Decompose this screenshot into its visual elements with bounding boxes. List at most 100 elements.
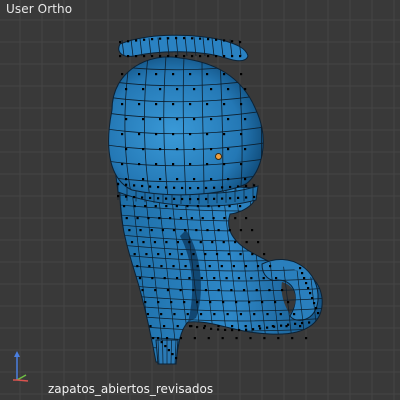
mesh-vertex [128, 229, 131, 232]
mesh-vertex [211, 241, 214, 244]
mesh-vertex [147, 217, 150, 220]
mesh-vertex [189, 186, 192, 190]
mesh-vertex [223, 55, 226, 58]
mesh-vertex [235, 337, 238, 340]
mesh-vertex [210, 148, 213, 151]
mesh-vertex [133, 253, 136, 256]
mesh-vertex [176, 148, 179, 151]
mesh-vertex [189, 103, 192, 106]
mesh-vertex [117, 183, 120, 186]
mesh-vertex [229, 185, 232, 189]
mesh-vertex [135, 39, 138, 42]
mesh-vertex [257, 241, 260, 244]
mesh-vertex [239, 229, 243, 232]
mesh-vertex [250, 277, 253, 280]
mesh-vertex [206, 103, 209, 106]
mesh-vertex [135, 55, 138, 58]
mesh-vertex [184, 265, 187, 268]
mesh-vertex [221, 186, 224, 189]
mesh-vertex [189, 133, 192, 136]
mesh-vertex [281, 289, 284, 292]
mesh-vertex [188, 241, 191, 244]
mesh-vertex [189, 73, 192, 76]
mesh-vertex [244, 178, 247, 181]
mesh-vertex [207, 55, 210, 58]
mesh-vertex [315, 307, 318, 310]
mesh-vertex [203, 325, 206, 328]
mesh-vertex [142, 178, 145, 181]
mesh-vertex [196, 205, 200, 208]
mesh-edge [119, 343, 323, 352]
3d-viewport[interactable]: User Ortho zapatos_abiertos_revisados [0, 0, 400, 400]
mesh-vertex [167, 37, 170, 40]
mesh-vertex [266, 313, 269, 316]
mesh-vertex [263, 253, 266, 256]
mesh-vertex [149, 325, 152, 328]
mesh-vertex [151, 55, 154, 58]
mesh-edge [170, 339, 172, 365]
mesh-vertex [242, 289, 246, 292]
active-object-name: zapatos_abiertos_revisados [48, 382, 214, 396]
mesh-vertex [175, 357, 178, 360]
mesh-vertex [221, 337, 224, 340]
z-arrow-icon [14, 351, 20, 357]
mesh-vertex [252, 328, 255, 331]
mesh-vertex [266, 326, 269, 329]
mesh-vertex [217, 328, 220, 331]
mesh-vertex [228, 229, 231, 232]
mesh-vertex [176, 241, 179, 244]
mesh-vertex [152, 337, 155, 340]
mesh-vertex [262, 277, 265, 280]
mesh-vertex [159, 88, 162, 91]
mesh-vertex [213, 186, 216, 189]
mesh-vertex [253, 195, 256, 199]
mesh-vertex [204, 253, 207, 256]
mesh-vertex [160, 265, 163, 268]
mesh-vertex [181, 186, 184, 190]
mesh-vertex [189, 325, 192, 328]
mesh-vertex [207, 205, 210, 208]
mesh-vertex [168, 253, 172, 256]
mesh-vertex [222, 301, 225, 304]
mesh-vertex [299, 267, 302, 270]
object-origin-pivot[interactable] [215, 153, 222, 160]
mesh-vertex [232, 265, 235, 268]
mesh-vertex [183, 301, 186, 304]
mesh-vertex [215, 55, 218, 58]
mesh-vertex [193, 178, 196, 181]
mesh-vertex [196, 265, 199, 268]
mesh-vertex [213, 313, 216, 316]
mesh-vertex [308, 321, 311, 324]
mesh-vertex [117, 195, 120, 198]
mesh-vertex [231, 40, 234, 43]
mesh-vertex [172, 133, 175, 136]
mesh-vertex [192, 253, 195, 256]
mesh-vertex [268, 289, 271, 292]
mesh-vertex [311, 297, 314, 300]
mesh-vertex [161, 229, 164, 232]
mesh-vertex [239, 55, 242, 58]
mesh-vertex [217, 289, 220, 292]
mesh-vertex [221, 197, 224, 200]
mesh-edge [312, 180, 323, 361]
mesh-vertex [119, 41, 122, 44]
shoe-mesh[interactable] [0, 0, 400, 400]
mesh-vertex [157, 185, 160, 189]
mesh-vertex [172, 73, 175, 76]
mesh-vertex [125, 88, 128, 91]
mesh-vertex [121, 133, 124, 136]
mesh-vertex [228, 205, 231, 208]
mesh-vertex [163, 325, 166, 328]
mesh-vertex [130, 241, 134, 244]
mesh-vertex [217, 205, 221, 208]
mesh-vertex [210, 88, 213, 91]
mesh-vertex [210, 178, 213, 181]
x-axis-icon [16, 379, 29, 382]
mesh-vertex [176, 325, 179, 328]
mesh-vertex [173, 197, 176, 200]
mesh-vertex [291, 337, 294, 340]
heel-tip [155, 339, 179, 365]
mesh-vertex [138, 73, 141, 76]
mesh-vertex [277, 337, 280, 340]
mesh-vertex [299, 325, 302, 328]
